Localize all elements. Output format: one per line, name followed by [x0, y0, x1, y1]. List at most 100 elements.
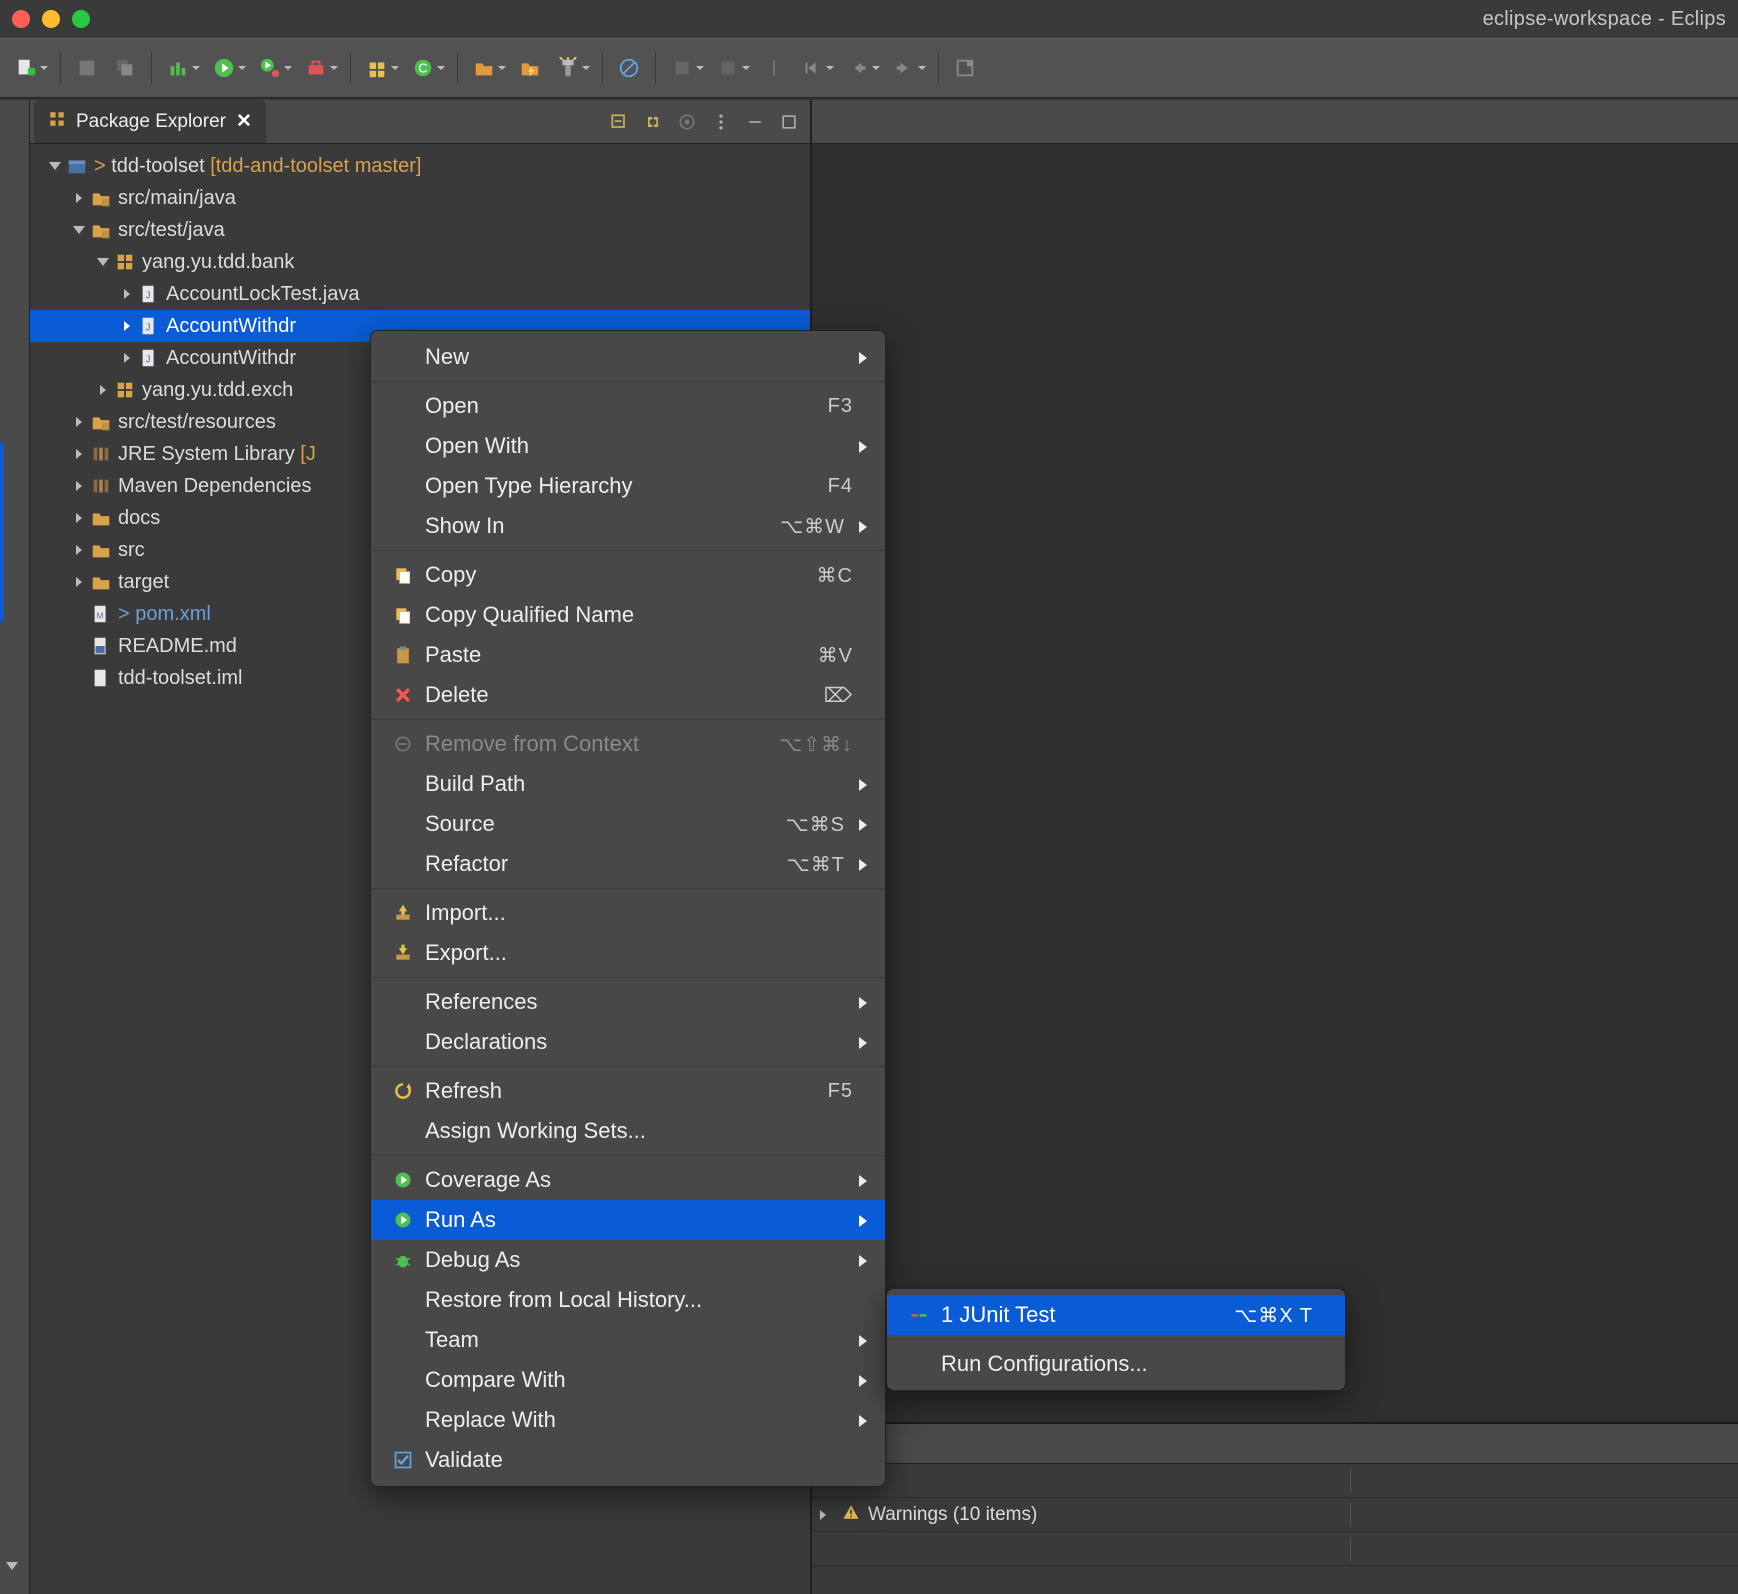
ctx-compare-with[interactable]: Compare With [371, 1360, 885, 1400]
minimize-window-button[interactable] [42, 10, 60, 28]
source-folder-icon [90, 411, 112, 433]
tree-project[interactable]: > tdd-toolset [tdd-and-toolset master] [30, 150, 810, 182]
ctx-copy-qualified[interactable]: Copy Qualified Name [371, 595, 885, 635]
ctx-show-in[interactable]: Show In⌥⌘W [371, 506, 885, 546]
ctx-debug-as[interactable]: Debug As [371, 1240, 885, 1280]
perspective-button[interactable] [949, 52, 981, 84]
minimize-view-button[interactable] [742, 109, 768, 135]
breadcrumb-icon [618, 57, 640, 79]
ctx-assign-working-sets[interactable]: Assign Working Sets... [371, 1111, 885, 1151]
eclipse-window: eclipse-workspace - Eclips C [0, 0, 1738, 1594]
ctx-paste[interactable]: Paste⌘V [371, 635, 885, 675]
ctx-delete[interactable]: Delete⌦ [371, 675, 885, 715]
focus-task-button[interactable] [674, 109, 700, 135]
nav-label [758, 52, 790, 84]
ctx-replace-with[interactable]: Replace With [371, 1400, 885, 1440]
external-tools-button[interactable] [300, 52, 332, 84]
ctx-export[interactable]: Export... [371, 933, 885, 973]
tree-pkg-bank[interactable]: yang.yu.tdd.bank [30, 246, 810, 278]
new-package-button[interactable] [361, 52, 393, 84]
table-row [812, 1532, 1738, 1566]
submenu-junit-test[interactable]: 1 JUnit Test ⌥⌘X T [887, 1295, 1345, 1335]
save-button[interactable] [71, 52, 103, 84]
ctx-declarations[interactable]: Declarations [371, 1022, 885, 1062]
new-toolbar-button[interactable] [10, 52, 42, 84]
run-as-submenu: 1 JUnit Test ⌥⌘X T Run Configurations... [886, 1288, 1346, 1391]
focus-icon [677, 112, 697, 132]
close-window-button[interactable] [12, 10, 30, 28]
kebab-icon [711, 112, 731, 132]
ctx-source[interactable]: Source⌥⌘S [371, 804, 885, 844]
tree-src-test-java[interactable]: src/test/java [30, 214, 810, 246]
toggle-breadcrumb-button[interactable] [613, 52, 645, 84]
validate-icon [389, 1450, 417, 1470]
problems-view: Warnings (10 items) [812, 1422, 1738, 1594]
ctx-references[interactable]: References [371, 982, 885, 1022]
back-button[interactable] [796, 52, 828, 84]
ctx-refresh[interactable]: RefreshF5 [371, 1071, 885, 1111]
restore-view-icon[interactable] [6, 1554, 18, 1576]
link-editor-button[interactable] [640, 109, 666, 135]
maximize-view-button[interactable] [776, 109, 802, 135]
ctx-build-path[interactable]: Build Path [371, 764, 885, 804]
problems-tabbar [812, 1424, 1738, 1464]
svg-text:J: J [146, 355, 151, 366]
forward-history-button[interactable] [888, 52, 920, 84]
ctx-run-as[interactable]: Run As [371, 1200, 885, 1240]
ctx-open-with[interactable]: Open With [371, 426, 885, 466]
run-last-button[interactable] [254, 52, 286, 84]
folder-icon [90, 507, 112, 529]
ctx-team[interactable]: Team [371, 1320, 885, 1360]
submenu-run-configurations[interactable]: Run Configurations... [887, 1344, 1345, 1384]
prev-edit-button[interactable] [712, 52, 744, 84]
package-explorer-icon [48, 110, 66, 134]
new-class-button[interactable]: C [407, 52, 439, 84]
window-title: eclipse-workspace - Eclips [0, 8, 1738, 31]
java-file-icon: J [138, 315, 160, 337]
problems-table[interactable]: Warnings (10 items) [812, 1464, 1738, 1566]
warnings-label: Warnings (10 items) [868, 1504, 1037, 1526]
selection-accent [0, 442, 4, 622]
ctx-open[interactable]: OpenF3 [371, 386, 885, 426]
save-icon [76, 57, 98, 79]
ctx-import[interactable]: Import... [371, 893, 885, 933]
ctx-remove-context: Remove from Context⌥⇧⌘↓ [371, 724, 885, 764]
arrow-left-stop-icon [801, 57, 823, 79]
play-small-icon [259, 57, 281, 79]
collapse-all-button[interactable] [606, 109, 632, 135]
save-all-button[interactable] [109, 52, 141, 84]
open-type-button[interactable] [468, 52, 500, 84]
maximize-icon [779, 112, 799, 132]
package-explorer-tab[interactable]: Package Explorer ✕ [34, 100, 266, 143]
left-trim [0, 100, 30, 1594]
search-button[interactable] [552, 52, 584, 84]
coverage-button[interactable] [162, 52, 194, 84]
remove-context-icon [389, 734, 417, 754]
svg-text:M: M [97, 612, 104, 621]
open-task-button[interactable] [514, 52, 546, 84]
run-button[interactable] [208, 52, 240, 84]
svg-text:C: C [418, 61, 427, 76]
save-all-icon [114, 57, 136, 79]
ctx-open-type-hierarchy[interactable]: Open Type HierarchyF4 [371, 466, 885, 506]
project-icon [66, 155, 88, 177]
ctx-coverage-as[interactable]: Coverage As [371, 1160, 885, 1200]
zoom-window-button[interactable] [72, 10, 90, 28]
tree-file-lock[interactable]: J AccountLockTest.java [30, 278, 810, 310]
paste-icon [389, 645, 417, 665]
warnings-row[interactable]: Warnings (10 items) [812, 1498, 1738, 1532]
main-toolbar: C [0, 38, 1738, 98]
ctx-restore-local-history[interactable]: Restore from Local History... [371, 1280, 885, 1320]
view-menu-button[interactable] [708, 109, 734, 135]
tree-src-main-java[interactable]: src/main/java [30, 182, 810, 214]
pin-editor-button[interactable] [666, 52, 698, 84]
ctx-new[interactable]: New [371, 337, 885, 377]
ctx-refactor[interactable]: Refactor⌥⌘T [371, 844, 885, 884]
folder-icon [90, 539, 112, 561]
close-tab-button[interactable]: ✕ [236, 110, 252, 133]
ctx-copy[interactable]: Copy⌘C [371, 555, 885, 595]
ctx-validate[interactable]: Validate [371, 1440, 885, 1480]
back-history-button[interactable] [842, 52, 874, 84]
titlebar: eclipse-workspace - Eclips [0, 0, 1738, 38]
export-icon [389, 943, 417, 963]
